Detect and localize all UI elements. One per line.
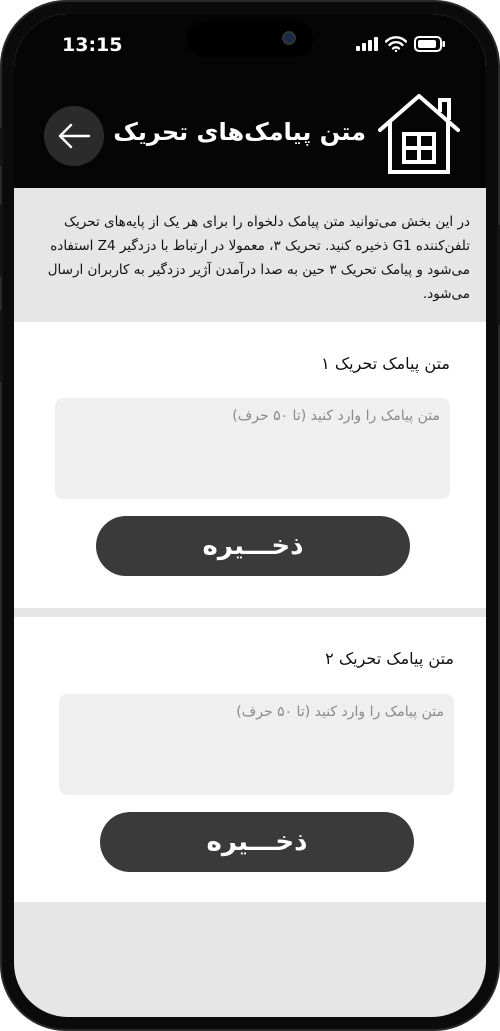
trigger-1-label: متن پیامک تحریک ۱ <box>321 354 450 373</box>
trigger-card-1: متن پیامک تحریک ۱ ذخـــیره <box>14 322 486 608</box>
trigger-2-label: متن پیامک تحریک ۲ <box>325 649 454 668</box>
house-icon <box>378 94 460 174</box>
phone-volume-up-button <box>0 205 3 277</box>
phone-volume-down-button <box>0 310 3 382</box>
trigger-2-save-button[interactable]: ذخـــیره <box>100 812 414 872</box>
phone-side-button <box>0 128 3 166</box>
trigger-1-save-button[interactable]: ذخـــیره <box>96 516 410 576</box>
battery-icon <box>414 36 445 52</box>
intro-section: در این بخش می‌توانید متن پیامک دلخواه را… <box>14 188 486 322</box>
camera-icon <box>282 31 296 45</box>
status-time: 13:15 <box>62 34 123 56</box>
trigger-2-message-input[interactable] <box>59 694 454 795</box>
wifi-icon <box>385 36 407 52</box>
back-button[interactable] <box>44 106 104 166</box>
status-icons <box>356 36 446 52</box>
app-header: متن پیامک‌های تحریک <box>14 78 486 188</box>
arrow-left-icon <box>58 123 91 149</box>
page-title: متن پیامک‌های تحریک <box>113 118 366 146</box>
signal-icon <box>356 37 378 51</box>
screen: 13:15 <box>14 14 486 1017</box>
intro-text: در این بخش می‌توانید متن پیامک دلخواه را… <box>47 214 470 302</box>
trigger-card-2: متن پیامک تحریک ۲ ذخـــیره <box>14 617 486 902</box>
trigger-1-message-input[interactable] <box>55 398 450 499</box>
status-bar: 13:15 <box>14 14 486 78</box>
